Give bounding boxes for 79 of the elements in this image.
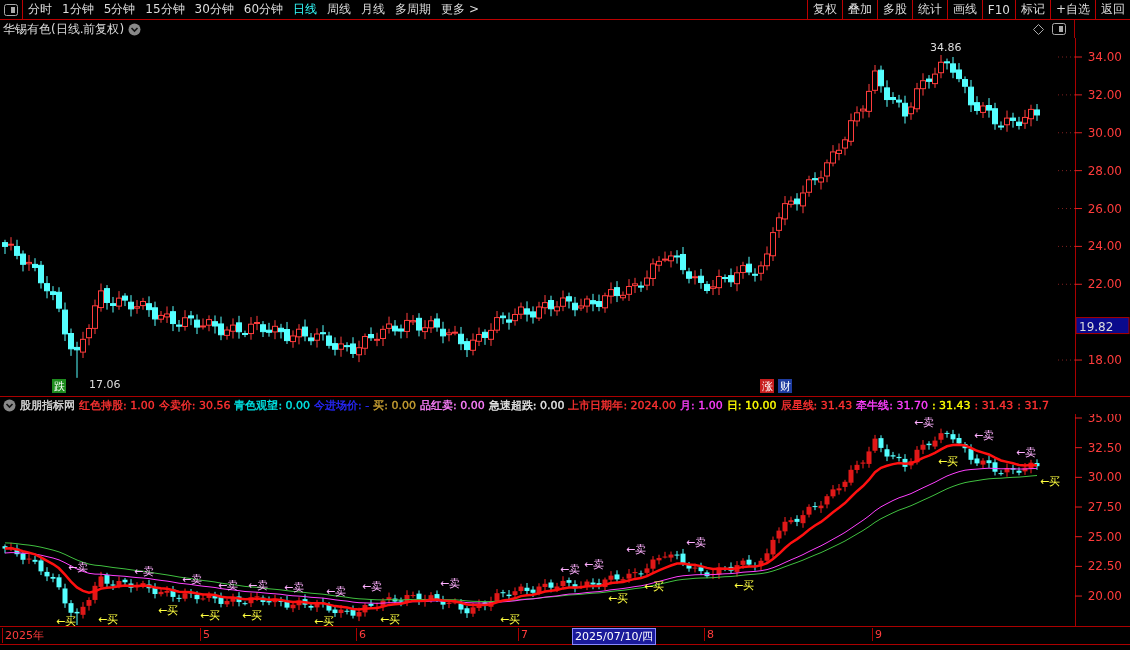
signal-label: ←买: [242, 609, 263, 623]
period-tab[interactable]: 月线: [356, 1, 391, 18]
event-badge[interactable]: 跌: [52, 379, 66, 393]
signal-label: ←卖: [560, 563, 581, 577]
legend-value: 买: 0.00: [373, 398, 416, 413]
axis-label: 22.50: [1087, 559, 1122, 574]
signal-label: ←买: [734, 578, 755, 592]
signal-label: ←买: [56, 615, 77, 626]
period-tab[interactable]: 多周期: [390, 1, 437, 18]
signal-label: ←买: [314, 615, 335, 626]
date-label: 2025/07/10/四: [572, 628, 657, 645]
axis-label: 34.00: [1087, 50, 1122, 64]
signal-label: ←买: [158, 604, 179, 618]
period-tab[interactable]: 1分钟: [57, 1, 99, 18]
axis-label: 20.00: [1087, 589, 1122, 604]
signal-label: ←卖: [284, 581, 305, 595]
date-label: 2025年: [2, 628, 46, 643]
axis-label: 28.00: [1087, 163, 1122, 178]
signal-label: ←卖: [584, 558, 605, 572]
signal-label: ←买: [1040, 475, 1061, 489]
axis-label: 30.00: [1087, 125, 1122, 140]
event-badge[interactable]: 财: [778, 379, 792, 393]
date-label: 5: [200, 628, 212, 641]
date-label: 9: [872, 628, 884, 641]
high-price-label: 34.86: [930, 41, 962, 54]
period-tab[interactable]: 日线: [288, 1, 323, 18]
signal-label: ←卖: [686, 535, 707, 549]
legend-value: 红色持股: 1.00: [79, 398, 155, 413]
axis-label: 27.50: [1087, 500, 1122, 515]
axis-label: 32.00: [1087, 87, 1122, 102]
period-tab[interactable]: 周线: [322, 1, 357, 18]
axis-label: 30.00: [1087, 470, 1122, 485]
period-tab[interactable]: 更多 >: [436, 1, 484, 18]
legend-value: 辰星线: 31.43: [780, 398, 853, 413]
period-tab[interactable]: 5分钟: [98, 1, 141, 18]
signal-label: ←卖: [1016, 446, 1037, 460]
period-tab[interactable]: 15分钟: [140, 1, 190, 18]
signal-label: ←买: [200, 609, 221, 623]
signal-label: ←卖: [362, 579, 383, 593]
price-tag: 19.82: [1075, 317, 1130, 335]
axis-label: 22.00: [1087, 277, 1122, 292]
indicator-name: 股朋指标网: [20, 398, 75, 413]
signal-label: ←买: [500, 612, 521, 626]
period-tab[interactable]: 60分钟: [238, 1, 289, 18]
legend-value: 品红卖: 0.00: [420, 398, 485, 413]
legend-value: : 31.7: [1017, 399, 1049, 412]
signal-label: ←卖: [218, 578, 239, 592]
period-tab[interactable]: 30分钟: [189, 1, 239, 18]
legend-value: 今卖价: 30.56: [158, 398, 231, 413]
signal-label: ←卖: [326, 584, 347, 598]
legend-value: 今进场价: -: [314, 398, 370, 413]
signal-label: ←买: [98, 612, 119, 626]
signal-label: ←卖: [974, 429, 995, 442]
axis-label: 24.00: [1087, 239, 1122, 254]
low-price-label: 17.06: [89, 377, 121, 391]
date-label: 6: [356, 628, 368, 641]
period-tab[interactable]: 分时: [23, 1, 57, 18]
legend-value: 上市日期年: 2024.00: [568, 398, 677, 413]
signal-label: ←卖: [440, 577, 461, 591]
legend-value: 青色观望: 0.00: [234, 398, 311, 413]
chart-title: 华锡有色(日线.前复权): [3, 20, 125, 38]
signal-label: ←卖: [914, 415, 935, 429]
signal-label: ←买: [608, 592, 629, 606]
legend-value: 月: 1.00: [680, 398, 723, 413]
signal-label: ←卖: [626, 543, 647, 557]
legend-value: 牵牛线: 31.70: [856, 398, 928, 413]
legend-value: 日: 10.00: [726, 398, 777, 413]
signal-label: ←买: [938, 454, 959, 468]
axis-label: 18.00: [1087, 353, 1122, 368]
axis-label: 32.50: [1087, 440, 1122, 455]
legend-value: : 31.43: [974, 399, 1014, 412]
event-badge[interactable]: 涨: [760, 379, 774, 393]
date-label: 7: [518, 628, 530, 641]
signal-label: ←买: [380, 613, 401, 626]
legend-value: : 31.43: [931, 399, 971, 412]
legend-value: 急速超跌: 0.00: [488, 398, 565, 413]
axis-label: 26.00: [1087, 201, 1122, 216]
axis-label: 25.00: [1087, 529, 1122, 544]
date-label: 8: [704, 628, 716, 641]
